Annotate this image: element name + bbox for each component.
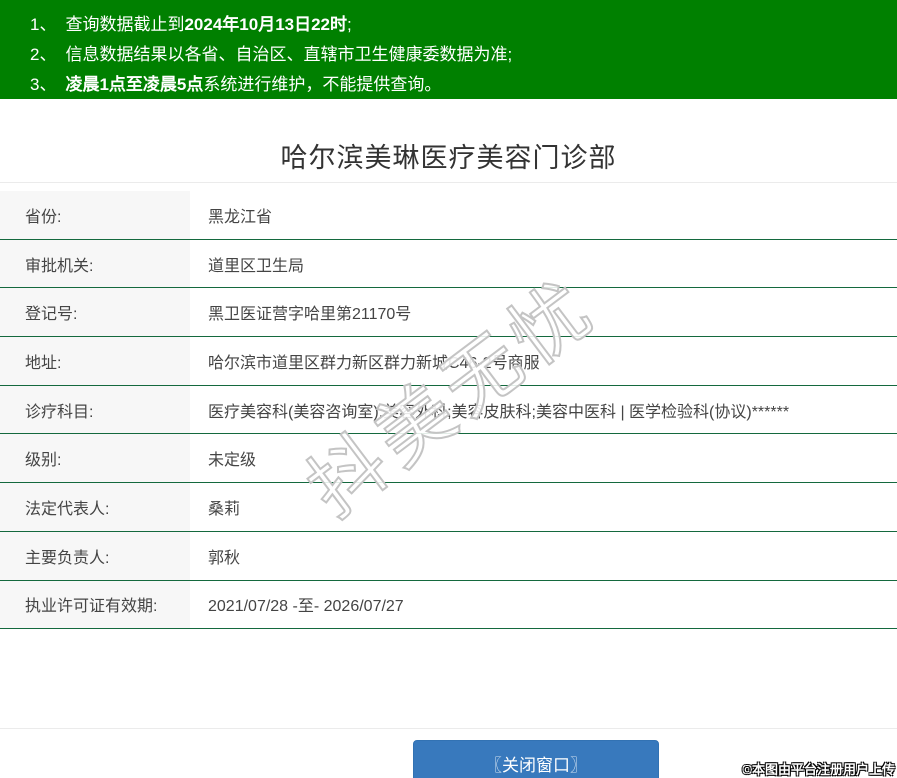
table-row-province: 省份: 黑龙江省: [0, 191, 897, 240]
row-value: 桑莉: [208, 500, 241, 518]
close-window-button[interactable]: 〖关闭窗口〗: [413, 740, 659, 778]
row-label: 地址:: [0, 337, 190, 385]
table-row-address: 地址: 哈尔滨市道里区群力新区群力新城C46-2号商服: [0, 337, 897, 386]
row-label: 执业许可证有效期:: [0, 580, 190, 629]
row-value: 郭秋: [208, 549, 241, 567]
table-row-legal-representative: 法定代表人: 桑莉: [0, 483, 897, 532]
notice-number: 1、: [30, 15, 57, 34]
page-title: 哈尔滨美琳医疗美容门诊部: [280, 143, 617, 173]
row-value: 道里区卫生局: [208, 257, 305, 275]
notice-line-1: 1、 查询数据截止到2024年10月13日22时;: [30, 10, 897, 40]
row-value: 黑卫医证营字哈里第21170号: [208, 306, 412, 324]
notice-text-segment-bold: 2024年10月13日22时: [184, 15, 348, 34]
table-row-license-validity: 执业许可证有效期: 2021/07/28 -至- 2026/07/27: [0, 580, 897, 630]
copyright-note: ©本图由平台注册用户上传: [742, 762, 895, 777]
row-label: 登记号:: [0, 288, 190, 337]
notice-number: 3、: [30, 75, 57, 94]
notice-text-segment: 查询数据截止到: [65, 15, 185, 34]
table-row-main-responsible-person: 主要负责人: 郭秋: [0, 531, 897, 581]
row-value: 2021/07/28 -至- 2026/07/27: [208, 598, 404, 616]
table-row-level: 级别: 未定级: [0, 434, 897, 484]
row-label: 法定代表人:: [0, 483, 190, 531]
row-label: 省份:: [0, 191, 190, 239]
notice-banner: 1、 查询数据截止到2024年10月13日22时; 2、 信息数据结果以各省、自治区…: [0, 0, 897, 99]
row-value: 黑龙江省: [208, 208, 273, 226]
notice-line-3: 3、 凌晨1点至凌晨5点系统进行维护，不能提供查询。: [30, 70, 897, 100]
row-value: 未定级: [208, 452, 257, 470]
title-section: 哈尔滨美琳医疗美容门诊部: [0, 99, 897, 183]
row-label: 诊疗科目:: [0, 385, 190, 434]
table-row-treatment-subjects: 诊疗科目: 医疗美容科(美容咨询室);美容外科;美容皮肤科;美容中医科 | 医学…: [0, 385, 897, 435]
notice-text-segment-bold: 凌晨1点至凌晨5点: [65, 75, 204, 94]
notice-text-segment: 信息数据结果以各省、自治区、直辖市卫生健康委数据为准;: [65, 45, 513, 64]
table-row-registration-number: 登记号: 黑卫医证营字哈里第21170号: [0, 288, 897, 338]
notice-line-2: 2、 信息数据结果以各省、自治区、直辖市卫生健康委数据为准;: [30, 40, 897, 70]
row-label: 审批机关:: [0, 239, 190, 288]
row-label: 级别:: [0, 434, 190, 483]
footer-divider: [0, 728, 897, 729]
notice-number: 2、: [30, 45, 57, 64]
table-row-approval-authority: 审批机关: 道里区卫生局: [0, 239, 897, 289]
row-value: 医疗美容科(美容咨询室);美容外科;美容皮肤科;美容中医科 | 医学检验科(协议…: [208, 403, 790, 421]
institution-info-table: 省份: 黑龙江省 审批机关: 道里区卫生局 登记号: 黑卫医证营字哈里第2117…: [0, 191, 897, 630]
notice-text-segment: 系统进行维护，不能提供查询。: [203, 75, 442, 94]
row-value: 哈尔滨市道里区群力新区群力新城C46-2号商服: [208, 354, 540, 372]
notice-text-segment: ;: [347, 15, 352, 34]
row-label: 主要负责人:: [0, 531, 190, 580]
query-result-page: 1、 查询数据截止到2024年10月13日22时; 2、 信息数据结果以各省、自治区…: [0, 0, 897, 778]
